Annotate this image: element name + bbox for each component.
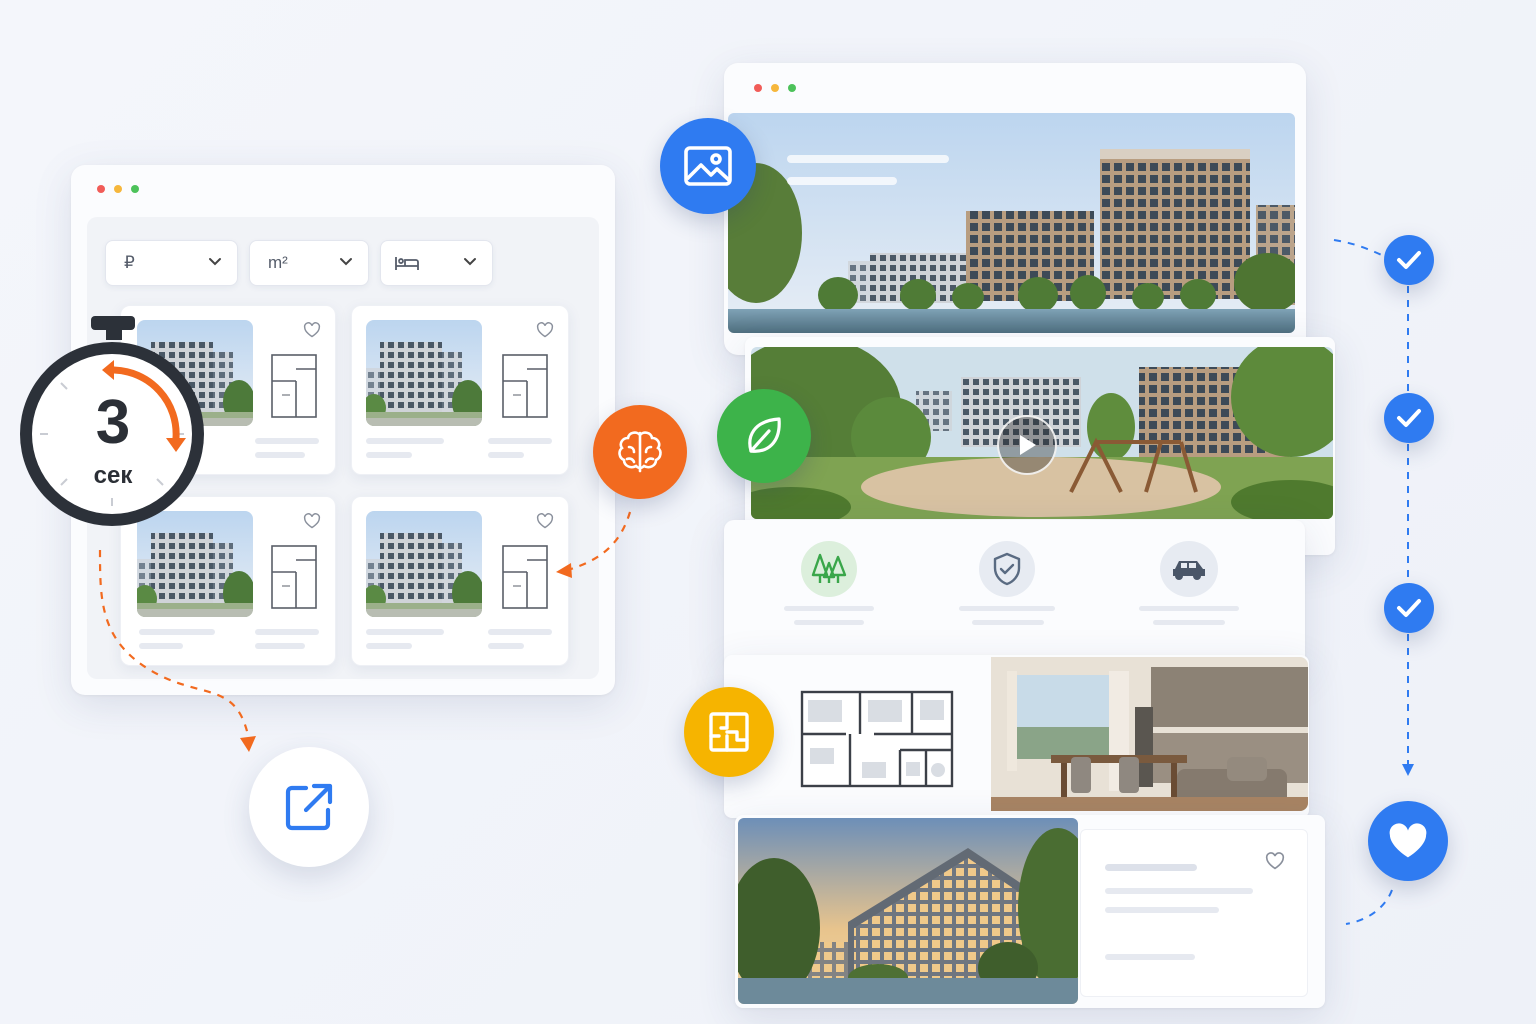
amenity-label-placeholder bbox=[959, 606, 1055, 611]
hero-subtitle-placeholder bbox=[787, 177, 897, 185]
amenity-label-placeholder bbox=[1139, 606, 1239, 611]
window-controls bbox=[754, 84, 796, 92]
amenity-label-placeholder bbox=[784, 606, 874, 611]
window-minimize-dot[interactable] bbox=[771, 84, 779, 92]
window-maximize-dot[interactable] bbox=[788, 84, 796, 92]
floorplan-icon[interactable] bbox=[684, 687, 774, 777]
heart-icon[interactable] bbox=[1265, 852, 1285, 870]
play-video-button[interactable] bbox=[997, 415, 1057, 475]
apartment-floorplan[interactable] bbox=[800, 690, 954, 788]
car-icon[interactable] bbox=[1160, 541, 1218, 597]
listing-sunset-photo[interactable] bbox=[738, 818, 1078, 1004]
listing-text-placeholder bbox=[1105, 888, 1253, 894]
amenity-label-placeholder bbox=[1153, 620, 1225, 625]
image-icon[interactable] bbox=[660, 118, 756, 214]
listing-text-placeholder bbox=[1105, 907, 1219, 913]
amenity-label-placeholder bbox=[972, 620, 1044, 625]
listing-text-placeholder bbox=[1105, 954, 1195, 960]
play-icon bbox=[1020, 435, 1036, 455]
hero-title-placeholder bbox=[787, 155, 949, 163]
leaf-icon[interactable] bbox=[717, 389, 811, 483]
trees-icon[interactable] bbox=[801, 541, 857, 597]
check-icon bbox=[1384, 393, 1434, 443]
hero-photo[interactable] bbox=[728, 113, 1295, 333]
interior-photo[interactable] bbox=[991, 657, 1308, 811]
window-close-dot[interactable] bbox=[754, 84, 762, 92]
shield-check-icon[interactable] bbox=[979, 541, 1035, 597]
heart-icon[interactable] bbox=[1368, 801, 1448, 881]
check-icon bbox=[1384, 583, 1434, 633]
brain-icon[interactable] bbox=[593, 405, 687, 499]
listing-title-placeholder bbox=[1105, 864, 1197, 871]
park-video-thumbnail[interactable] bbox=[751, 347, 1333, 519]
check-icon bbox=[1384, 235, 1434, 285]
flow-arrow-left bbox=[98, 511, 632, 752]
amenity-label-placeholder bbox=[794, 620, 864, 625]
external-link-icon[interactable] bbox=[249, 747, 369, 867]
